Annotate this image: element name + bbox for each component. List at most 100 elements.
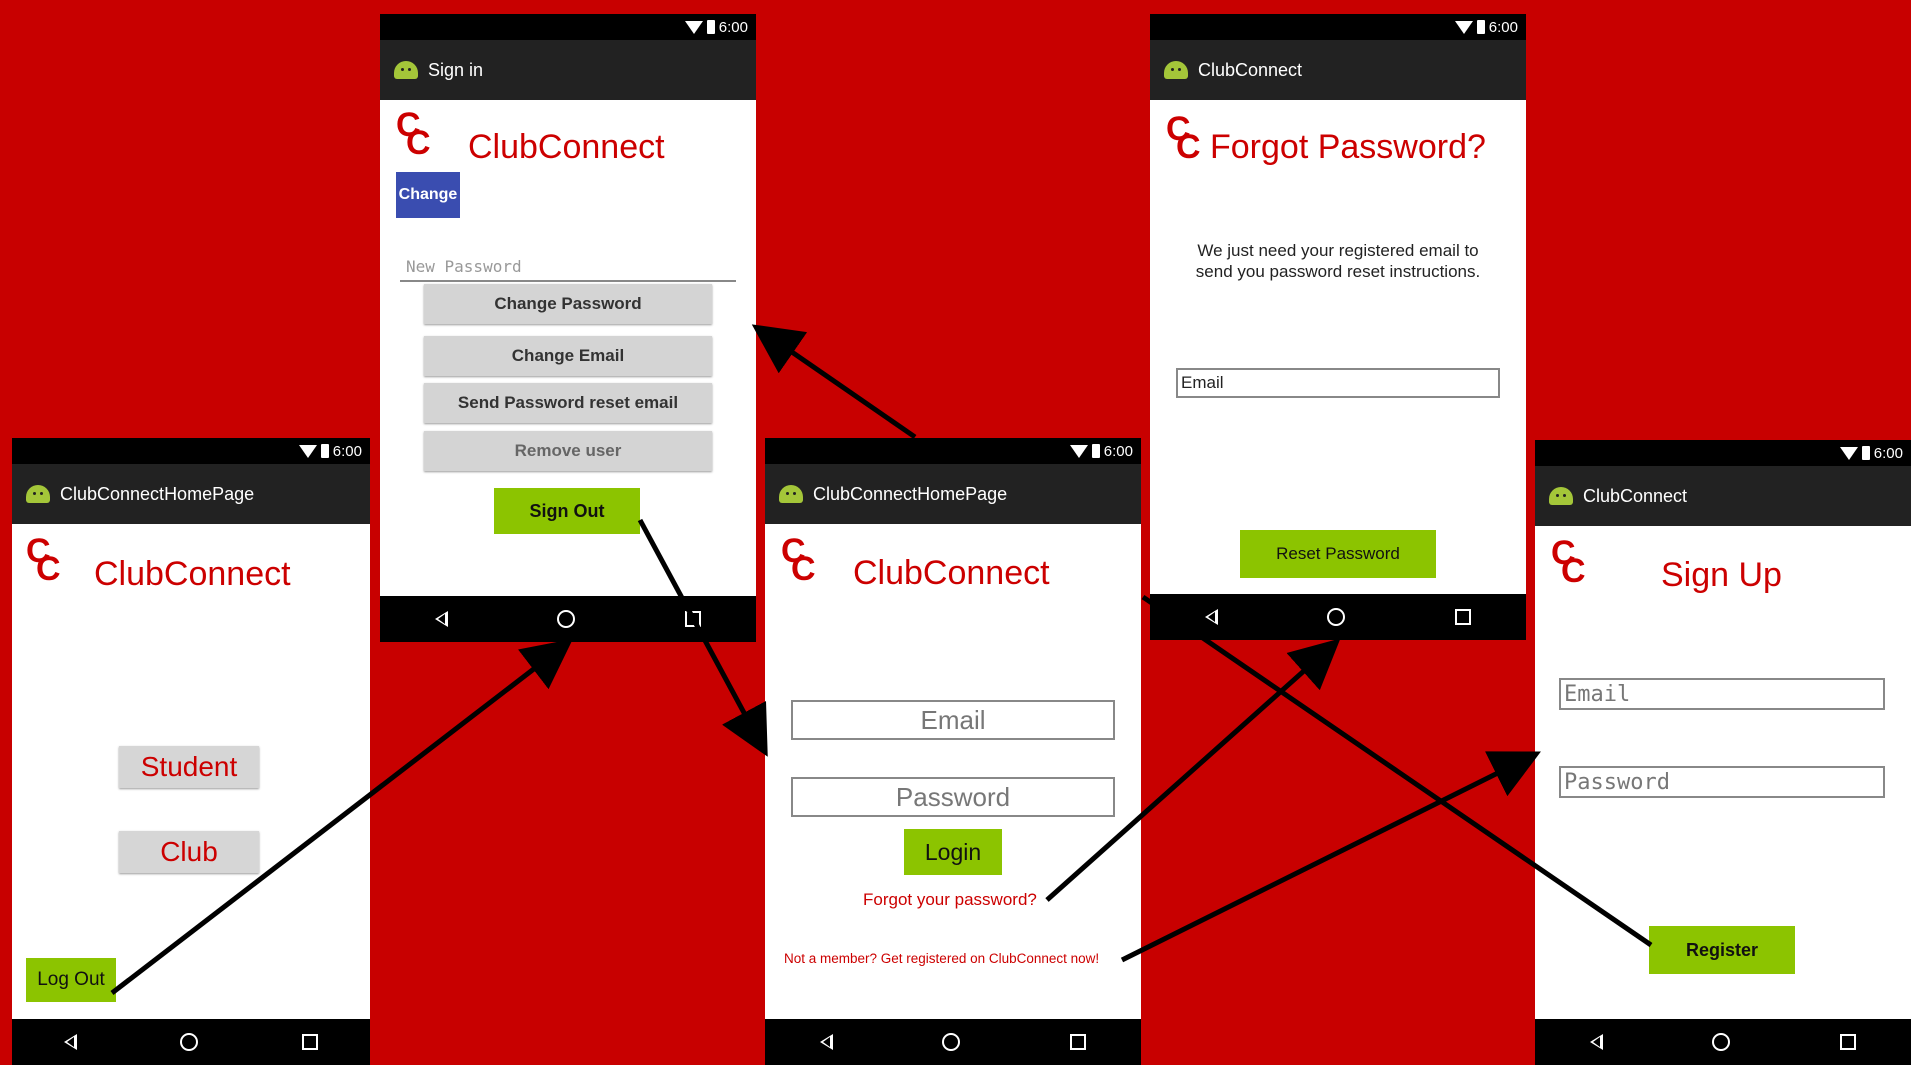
instructions-text: We just need your registered email to se… bbox=[1150, 240, 1526, 282]
app-title: Sign in bbox=[428, 59, 484, 80]
recents-icon[interactable] bbox=[685, 611, 702, 627]
logo: CC bbox=[396, 106, 431, 162]
email-field[interactable]: Email bbox=[791, 700, 1115, 740]
brand-title: ClubConnect bbox=[94, 555, 291, 593]
arrow-login-to-signin bbox=[751, 324, 917, 440]
status-time: 6:00 bbox=[1873, 444, 1903, 462]
instructions-line: send you password reset instructions. bbox=[1195, 262, 1481, 281]
nav-bar bbox=[380, 596, 756, 642]
app-bar: Sign in bbox=[380, 40, 756, 100]
email-placeholder: Email bbox=[1564, 681, 1631, 707]
status-bar: 6:00 bbox=[12, 438, 370, 464]
back-icon[interactable] bbox=[1204, 609, 1218, 625]
app-bar: ClubConnect bbox=[1535, 466, 1911, 526]
android-icon bbox=[1549, 487, 1573, 505]
battery-icon bbox=[1861, 446, 1870, 460]
status-bar: 6:00 bbox=[1535, 440, 1911, 466]
field-placeholder: New Password bbox=[406, 257, 522, 276]
android-icon bbox=[779, 485, 803, 503]
home-icon[interactable] bbox=[942, 1033, 961, 1051]
android-icon bbox=[394, 61, 418, 79]
status-bar: 6:00 bbox=[380, 14, 756, 40]
battery-icon bbox=[1091, 444, 1100, 458]
app-title: ClubConnectHomePage bbox=[813, 483, 1008, 504]
email-placeholder: Email bbox=[1181, 373, 1224, 392]
register-button[interactable]: Register bbox=[1649, 926, 1795, 974]
logo: CC bbox=[1166, 110, 1201, 166]
password-placeholder: Password bbox=[1564, 769, 1670, 795]
status-time: 6:00 bbox=[718, 18, 748, 36]
student-button[interactable]: Student bbox=[119, 746, 259, 788]
login-screen: 6:00 ClubConnectHomePage CC ClubConnect … bbox=[765, 438, 1141, 1065]
home-icon[interactable] bbox=[1327, 608, 1346, 626]
arrow-register-to-signup bbox=[1120, 751, 1541, 963]
logo: CC bbox=[26, 532, 61, 588]
nav-bar bbox=[765, 1019, 1141, 1065]
change-password-button[interactable]: Change Password bbox=[424, 284, 712, 324]
login-button[interactable]: Login bbox=[904, 829, 1002, 875]
brand-title: ClubConnect bbox=[468, 128, 665, 166]
home-screen: 6:00 ClubConnectHomePage CC ClubConnect … bbox=[12, 438, 370, 1065]
back-icon[interactable] bbox=[434, 611, 448, 627]
nav-bar bbox=[12, 1019, 370, 1065]
new-password-field[interactable]: New Password bbox=[400, 252, 736, 282]
logo: CC bbox=[1551, 534, 1586, 590]
reset-password-button[interactable]: Reset Password bbox=[1240, 530, 1436, 578]
home-icon[interactable] bbox=[1712, 1033, 1731, 1051]
signup-screen: 6:00 ClubConnect CC Sign Up Email Passwo… bbox=[1535, 440, 1911, 1065]
back-icon[interactable] bbox=[819, 1034, 833, 1050]
status-bar: 6:00 bbox=[765, 438, 1141, 464]
home-icon[interactable] bbox=[180, 1033, 199, 1051]
app-title: ClubConnect bbox=[1198, 59, 1303, 80]
logo: CC bbox=[781, 532, 816, 588]
instructions-line: We just need your registered email to bbox=[1197, 241, 1479, 260]
back-icon[interactable] bbox=[63, 1034, 77, 1050]
email-field[interactable]: Email bbox=[1176, 368, 1500, 398]
register-link[interactable]: Not a member? Get registered on ClubConn… bbox=[784, 951, 1099, 966]
logout-button[interactable]: Log Out bbox=[26, 958, 116, 1002]
app-bar: ClubConnect bbox=[1150, 40, 1526, 100]
forgot-password-screen: 6:00 ClubConnect CC Forgot Password? We … bbox=[1150, 14, 1526, 640]
send-reset-email-button[interactable]: Send Password reset email bbox=[424, 383, 712, 423]
email-placeholder: Email bbox=[920, 704, 986, 735]
wifi-icon bbox=[298, 444, 317, 458]
recents-icon[interactable] bbox=[1455, 609, 1472, 625]
signin-screen: 6:00 Sign in CC ClubConnect Change New P… bbox=[380, 14, 756, 642]
home-icon[interactable] bbox=[557, 610, 576, 628]
status-bar: 6:00 bbox=[1150, 14, 1526, 40]
recents-icon[interactable] bbox=[1840, 1034, 1857, 1050]
password-placeholder: Password bbox=[895, 781, 1011, 812]
club-button[interactable]: Club bbox=[119, 831, 259, 873]
remove-user-button[interactable]: Remove user bbox=[424, 431, 712, 471]
change-button[interactable]: Change bbox=[396, 172, 460, 218]
battery-icon bbox=[1476, 20, 1485, 34]
status-time: 6:00 bbox=[1103, 442, 1133, 460]
recents-icon[interactable] bbox=[1070, 1034, 1087, 1050]
signout-button[interactable]: Sign Out bbox=[494, 488, 640, 534]
nav-bar bbox=[1150, 594, 1526, 640]
wifi-icon bbox=[684, 20, 703, 34]
password-field[interactable]: Password bbox=[791, 777, 1115, 817]
forgot-password-link[interactable]: Forgot your password? bbox=[863, 890, 1037, 910]
app-bar: ClubConnectHomePage bbox=[765, 464, 1141, 524]
app-title: ClubConnect bbox=[1583, 485, 1688, 506]
wifi-icon bbox=[1839, 446, 1858, 460]
nav-bar bbox=[1535, 1019, 1911, 1065]
forgot-title: Forgot Password? bbox=[1210, 128, 1486, 166]
back-icon[interactable] bbox=[1589, 1034, 1603, 1050]
recents-icon[interactable] bbox=[302, 1034, 319, 1050]
status-time: 6:00 bbox=[332, 442, 362, 460]
signup-title: Sign Up bbox=[1661, 556, 1782, 594]
status-time: 6:00 bbox=[1488, 18, 1518, 36]
android-icon bbox=[1164, 61, 1188, 79]
battery-icon bbox=[320, 444, 329, 458]
password-field[interactable]: Password bbox=[1559, 766, 1885, 798]
wifi-icon bbox=[1454, 20, 1473, 34]
brand-title: ClubConnect bbox=[853, 554, 1050, 592]
change-email-button[interactable]: Change Email bbox=[424, 336, 712, 376]
email-field[interactable]: Email bbox=[1559, 678, 1885, 710]
battery-icon bbox=[706, 20, 715, 34]
wifi-icon bbox=[1069, 444, 1088, 458]
app-bar: ClubConnectHomePage bbox=[12, 464, 370, 524]
android-icon bbox=[26, 485, 50, 503]
